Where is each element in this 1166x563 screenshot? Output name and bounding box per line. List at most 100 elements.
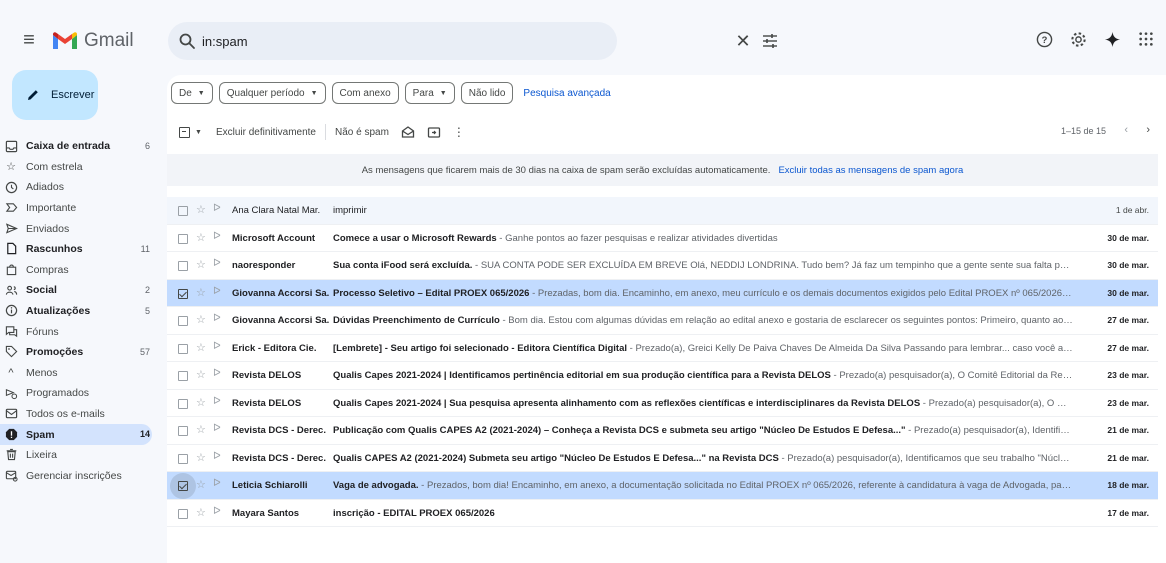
filter-chip[interactable]: Não lido xyxy=(460,82,514,104)
main-menu-icon[interactable]: ≡ xyxy=(18,29,40,51)
delete-all-spam-link[interactable]: Excluir todas as mensagens de spam agora xyxy=(778,165,963,176)
chevron-right-icon[interactable]: › xyxy=(1146,124,1150,136)
sidebar-item-label: Promoções xyxy=(26,346,84,359)
not-spam-button[interactable]: Não é spam xyxy=(335,127,389,138)
important-marker-icon[interactable]: ᐅ xyxy=(213,258,221,269)
star-icon[interactable]: ☆ xyxy=(196,313,206,326)
search-icon[interactable] xyxy=(178,32,196,50)
help-icon[interactable]: ? xyxy=(1032,27,1056,51)
star-icon[interactable]: ☆ xyxy=(196,341,206,354)
sidebar-item-gerenciar-inscricoes[interactable]: Gerenciar inscrições xyxy=(0,466,152,487)
close-icon[interactable]: ✕ xyxy=(733,31,753,51)
apps-icon[interactable] xyxy=(1134,27,1158,51)
star-icon[interactable]: ☆ xyxy=(196,423,206,436)
important-marker-icon[interactable]: ᐅ xyxy=(213,506,221,517)
filter-chip[interactable]: Para ▼ xyxy=(404,82,455,104)
important-marker-icon[interactable]: ᐅ xyxy=(213,451,221,462)
filter-chip-label: Com anexo xyxy=(339,87,391,99)
sidebar-item-importante[interactable]: Importante xyxy=(0,198,152,219)
row-checkbox[interactable] xyxy=(178,371,188,381)
table-row[interactable]: ☆ ᐅ Microsoft Account Comece a usar o Micro… xyxy=(167,224,1158,252)
table-row[interactable]: ☆ ᐅ Giovanna Accorsi Sa. Processo Seletivo … xyxy=(167,279,1158,307)
table-row[interactable]: ☆ ᐅ Leticia Schiarolli Vaga de advogada. - … xyxy=(167,472,1158,500)
sidebar-item-compras[interactable]: Compras xyxy=(0,260,152,281)
search-input[interactable] xyxy=(202,31,542,51)
row-checkbox[interactable] xyxy=(178,261,188,271)
row-checkbox[interactable] xyxy=(178,316,188,326)
delete-forever-button[interactable]: Excluir definitivamente xyxy=(216,127,316,138)
row-checkbox[interactable] xyxy=(178,453,188,464)
sidebar-item-rascunhos[interactable]: Rascunhos 11 xyxy=(0,239,152,260)
people-icon xyxy=(4,283,18,297)
sidebar-item-menos[interactable]: ^ Menos xyxy=(0,363,152,384)
chevron-down-icon: ▼ xyxy=(197,89,205,97)
sidebar-item-foruns[interactable]: Fóruns xyxy=(0,321,152,342)
chevron-left-icon[interactable]: ‹ xyxy=(1124,124,1128,136)
table-row[interactable]: ☆ ᐅ Ana Clara Natal Mar. imprimir 1 de abr. xyxy=(167,197,1158,225)
table-row[interactable]: ☆ ᐅ Revista DELOS Qualis Capes 2021-2024 | … xyxy=(167,389,1158,417)
row-checkbox[interactable] xyxy=(178,508,188,519)
row-checkbox[interactable] xyxy=(178,343,188,354)
sidebar-item-lixeira[interactable]: Lixeira xyxy=(0,445,152,466)
table-row[interactable]: ☆ ᐅ Revista DELOS Qualis Capes 2021-2024 | … xyxy=(167,362,1158,390)
important-marker-icon[interactable]: ᐅ xyxy=(213,286,221,297)
important-marker-icon[interactable]: ᐅ xyxy=(213,396,221,407)
mark-read-icon[interactable] xyxy=(401,125,415,139)
gemini-icon[interactable] xyxy=(1100,27,1124,51)
star-icon[interactable]: ☆ xyxy=(196,203,206,216)
important-marker-icon[interactable]: ᐅ xyxy=(213,203,221,214)
row-checkbox[interactable] xyxy=(178,398,188,409)
row-checkbox[interactable] xyxy=(178,481,188,491)
message-date: 1 de abr. xyxy=(1115,205,1149,215)
select-all-checkbox[interactable] xyxy=(179,126,190,138)
important-marker-icon[interactable]: ᐅ xyxy=(213,423,221,434)
sidebar-item-promocoes[interactable]: Promoções 57 xyxy=(0,342,152,363)
sidebar-item-programados[interactable]: Programados xyxy=(0,383,152,404)
move-to-icon[interactable] xyxy=(427,125,441,139)
search-bar[interactable]: ✕ xyxy=(168,22,777,60)
important-marker-icon[interactable]: ᐅ xyxy=(213,341,221,352)
filter-chip[interactable]: Qualquer período ▼ xyxy=(218,82,326,104)
star-icon[interactable]: ☆ xyxy=(196,258,206,271)
gmail-logo[interactable]: Gmail xyxy=(52,27,134,55)
row-checkbox[interactable] xyxy=(178,426,188,436)
more-options-icon[interactable]: ⋮ xyxy=(453,125,465,139)
star-icon[interactable]: ☆ xyxy=(196,231,206,244)
advanced-search-link[interactable]: Pesquisa avançada xyxy=(523,88,610,99)
sidebar-item-enviados[interactable]: Enviados xyxy=(0,218,152,239)
sidebar-item-com-estrela[interactable]: ☆ Com estrela xyxy=(0,157,152,178)
table-row[interactable]: ☆ ᐅ Revista DCS - Derec. Publicação com Qua… xyxy=(167,417,1158,445)
sidebar-item-social[interactable]: Social 2 xyxy=(0,280,152,301)
filter-chip[interactable]: De ▼ xyxy=(171,82,213,104)
star-icon[interactable]: ☆ xyxy=(196,286,206,299)
sidebar-item-adiados[interactable]: Adiados xyxy=(0,177,152,198)
important-marker-icon[interactable]: ᐅ xyxy=(213,368,221,379)
row-checkbox[interactable] xyxy=(178,288,188,299)
select-menu-chevron-icon[interactable]: ▼ xyxy=(195,129,202,136)
message-subject: Sua conta iFood será excluída. xyxy=(333,260,473,271)
table-row[interactable]: ☆ ᐅ Mayara Santos inscrição - EDITAL PROEX … xyxy=(167,499,1158,527)
tune-icon[interactable] xyxy=(761,32,779,50)
important-marker-icon[interactable]: ᐅ xyxy=(213,478,221,489)
important-marker-icon[interactable]: ᐅ xyxy=(213,231,221,242)
sidebar-item-spam[interactable]: Spam 14 xyxy=(0,424,152,445)
star-icon[interactable]: ☆ xyxy=(196,368,206,381)
star-icon[interactable]: ☆ xyxy=(196,451,206,464)
filter-chip[interactable]: Com anexo xyxy=(331,82,399,104)
table-row[interactable]: ☆ ᐅ Erick - Editora Cie. [Lembrete] - Seu a… xyxy=(167,334,1158,362)
table-row[interactable]: ☆ ᐅ Giovanna Accorsi Sa. Dúvidas Preenchime… xyxy=(167,307,1158,335)
row-checkbox[interactable] xyxy=(178,233,188,244)
sidebar-item-caixa-de-entrada[interactable]: Caixa de entrada 6 xyxy=(0,136,152,157)
settings-icon[interactable] xyxy=(1066,27,1090,51)
star-icon[interactable]: ☆ xyxy=(196,506,206,519)
row-checkbox[interactable] xyxy=(178,206,188,216)
star-icon[interactable]: ☆ xyxy=(196,396,206,409)
table-row[interactable]: ☆ ᐅ naoresponder Sua conta iFood será exclu… xyxy=(167,252,1158,280)
sidebar-item-atualizacoes[interactable]: Atualizações 5 xyxy=(0,301,152,322)
star-icon[interactable]: ☆ xyxy=(196,478,206,491)
sidebar-item-todos-os-e-mails[interactable]: Todos os e-mails xyxy=(0,404,152,425)
important-marker-icon[interactable]: ᐅ xyxy=(213,313,221,324)
spam-info-banner: As mensagens que ficarem mais de 30 dias… xyxy=(167,154,1158,186)
compose-button[interactable]: Escrever xyxy=(12,70,98,120)
table-row[interactable]: ☆ ᐅ Revista DCS - Derec. Qualis CAPES A2 (2… xyxy=(167,444,1158,472)
